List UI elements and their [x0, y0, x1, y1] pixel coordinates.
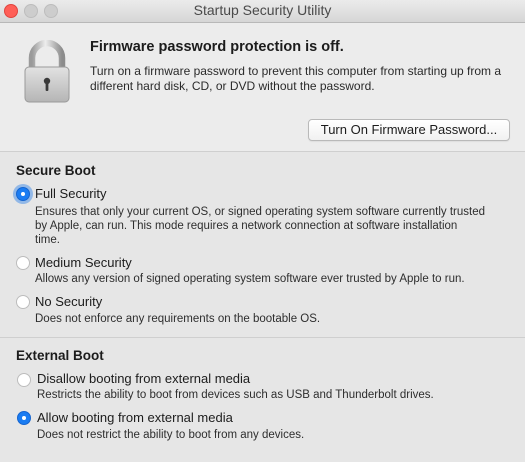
turn-on-firmware-password-button[interactable]: Turn On Firmware Password... — [308, 119, 510, 141]
allow-external-boot-radio[interactable] — [17, 411, 31, 425]
allow-external-boot-description: Does not restrict the ability to boot fr… — [37, 429, 305, 441]
firmware-status-heading: Firmware password protection is off. — [90, 39, 344, 55]
external-boot-title: External Boot — [16, 348, 104, 363]
full-security-description: Ensures that only your current OS, or si… — [35, 206, 485, 246]
padlock-icon — [24, 40, 70, 103]
medium-security-radio[interactable] — [16, 256, 30, 270]
medium-security-description: Allows any version of signed operating s… — [35, 273, 465, 285]
firmware-description: Turn on a firmware password to prevent t… — [90, 64, 502, 93]
secure-boot-section: Secure Boot Full Security Ensures that o… — [0, 152, 525, 338]
secure-boot-title: Secure Boot — [16, 163, 96, 178]
external-boot-section: External Boot Disallow booting from exte… — [0, 338, 525, 462]
no-security-label[interactable]: No Security — [35, 294, 102, 309]
full-security-label[interactable]: Full Security — [35, 186, 107, 201]
no-security-radio[interactable] — [16, 295, 30, 309]
no-security-description: Does not enforce any requirements on the… — [35, 313, 321, 325]
disallow-external-boot-radio[interactable] — [17, 373, 31, 387]
allow-external-boot-label[interactable]: Allow booting from external media — [37, 410, 233, 425]
disallow-external-boot-description: Restricts the ability to boot from devic… — [37, 389, 434, 401]
window-title: Startup Security Utility — [193, 2, 332, 18]
full-security-radio[interactable] — [16, 187, 30, 201]
disallow-external-boot-label[interactable]: Disallow booting from external media — [37, 371, 250, 386]
medium-security-label[interactable]: Medium Security — [35, 255, 132, 270]
startup-security-window: Startup Security Utility Firmware passwo… — [0, 0, 525, 462]
title-bar[interactable]: Startup Security Utility — [0, 0, 525, 23]
